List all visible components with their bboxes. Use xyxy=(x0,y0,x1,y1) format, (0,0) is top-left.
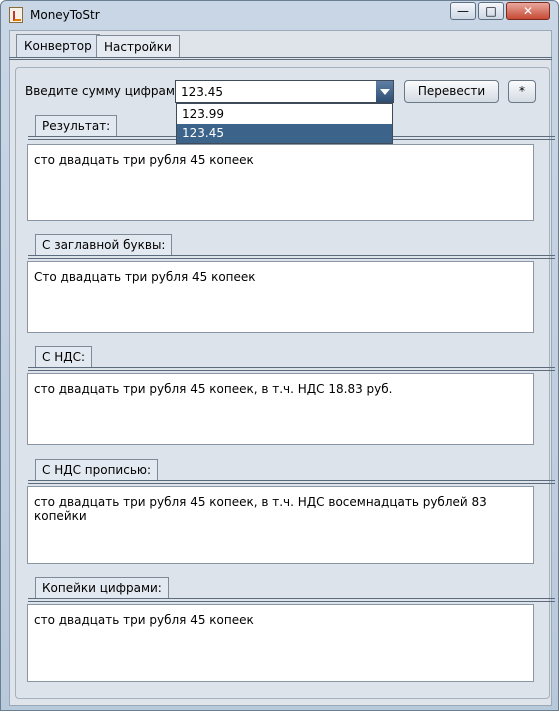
tab-settings[interactable]: Настройки xyxy=(96,35,180,58)
section-divider xyxy=(28,480,555,481)
star-button[interactable]: * xyxy=(508,80,536,103)
vat-textarea[interactable]: сто двадцать три рубля 45 копеек, в т.ч.… xyxy=(27,373,534,445)
section-title-vat-words: С НДС прописью: xyxy=(35,459,159,481)
java-cup-icon xyxy=(9,7,23,23)
amount-label: Введите сумму цифрами: xyxy=(25,84,187,98)
section-divider xyxy=(28,367,555,368)
capitalized-textarea[interactable]: Сто двадцать три рубля 45 копеек xyxy=(27,261,534,333)
translate-button[interactable]: Перевести xyxy=(404,80,499,103)
section-divider xyxy=(28,258,555,259)
amount-input[interactable]: 123.45 xyxy=(181,85,223,99)
close-button[interactable]: ✕ xyxy=(506,2,550,20)
tab-divider-2 xyxy=(9,59,552,60)
tab-converter[interactable]: Конвертор xyxy=(16,34,100,58)
result-textarea[interactable]: сто двадцать три рубля 45 копеек xyxy=(27,144,534,221)
section-title-result: Результат: xyxy=(35,115,118,137)
section-title-capitalized: С заглавной буквы: xyxy=(35,234,173,256)
dropdown-option[interactable]: 123.99 xyxy=(177,105,392,124)
section-divider xyxy=(28,255,555,256)
amount-dropdown-list: 123.99 123.45 xyxy=(176,103,393,144)
minimize-button[interactable]: — xyxy=(450,2,476,20)
window-title: MoneyToStr xyxy=(30,8,100,22)
maximize-button[interactable]: □ xyxy=(478,2,504,20)
amount-combobox[interactable]: 123.45 xyxy=(175,80,394,103)
vat-words-textarea[interactable]: сто двадцать три рубля 45 копеек, в т.ч.… xyxy=(27,486,534,564)
title-bar[interactable]: MoneyToStr — □ ✕ xyxy=(1,1,558,29)
dropdown-option-selected[interactable]: 123.45 xyxy=(177,124,392,143)
chevron-down-icon[interactable] xyxy=(376,81,393,102)
section-title-kopecks-digits: Копейки цифрами: xyxy=(35,577,169,599)
tab-divider xyxy=(9,57,552,58)
section-divider xyxy=(28,483,555,484)
kopecks-digits-textarea[interactable]: сто двадцать три рубля 45 копеек xyxy=(27,604,534,682)
section-divider xyxy=(28,601,555,602)
app-window: MoneyToStr — □ ✕ Конвертор Настройки Вве… xyxy=(0,0,559,711)
section-divider xyxy=(28,370,555,371)
section-divider xyxy=(28,598,555,599)
section-title-vat: С НДС: xyxy=(35,346,93,368)
